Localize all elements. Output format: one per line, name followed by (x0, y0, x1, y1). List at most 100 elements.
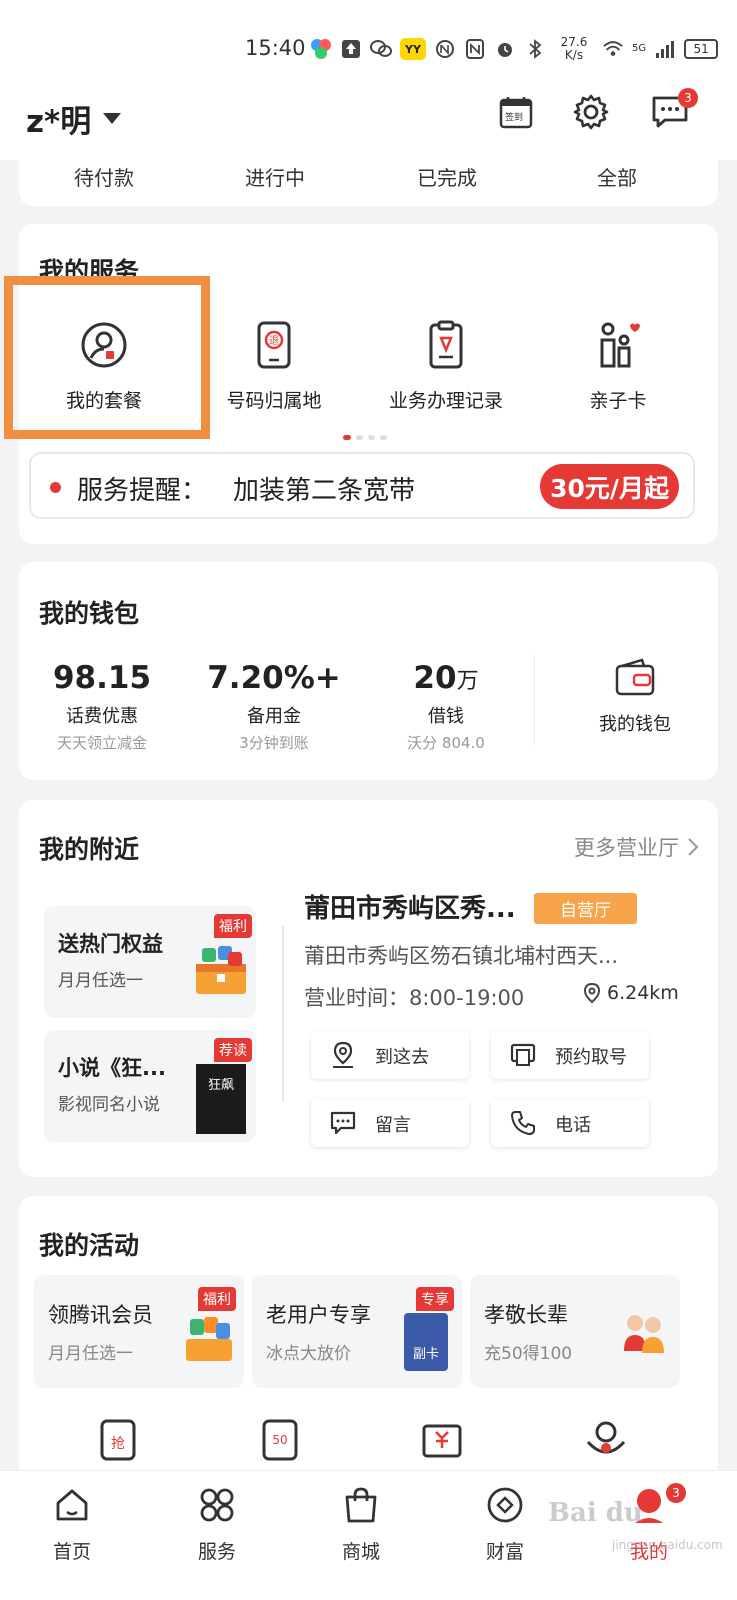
wallet-label: 借钱 (428, 706, 464, 727)
nav-home[interactable]: 首页 (27, 1485, 117, 1564)
unicom-mascot-icon[interactable] (584, 1418, 628, 1462)
store-address: 莆田市秀屿区笏石镇北埔村西天... (304, 944, 619, 968)
promo-novel[interactable]: 小说《狂... 影视同名小说 荐读 狂飙 (44, 1030, 256, 1142)
comment-icon (330, 1111, 356, 1135)
shopping-bag-icon (345, 1487, 377, 1523)
app-colorful-icon (310, 38, 332, 60)
watermark-url: jingyan.baidu.com (612, 1538, 723, 1552)
reminder-label: 服务提醒： (77, 476, 208, 506)
caret-down-icon (103, 113, 122, 124)
service-parent-child-card[interactable]: 亲子卡 (533, 320, 703, 413)
wallet-sub: 沃分 804.0 (407, 734, 485, 752)
vertical-divider (282, 926, 284, 1102)
nav-mall[interactable]: 商城 (316, 1485, 406, 1564)
activity-sub: 月月任选一 (48, 1344, 133, 1364)
more-stores-link[interactable]: 更多营业厅 (574, 832, 699, 862)
nav-service[interactable]: 服务 (172, 1485, 262, 1564)
phone-icon (511, 1111, 535, 1135)
finance-envelope-icon[interactable] (420, 1418, 464, 1462)
nav-label: 商城 (341, 1541, 380, 1563)
chevron-right-icon (688, 838, 699, 856)
recharge-50-icon[interactable]: 50 (258, 1418, 302, 1462)
service-grid-icon (200, 1488, 234, 1522)
upload-icon (340, 38, 362, 60)
nav-wealth[interactable]: 财富 (460, 1485, 550, 1564)
promo-title: 送热门权益 (58, 932, 163, 956)
yy-icon: YY (400, 38, 426, 60)
service-business-record[interactable]: 业务办理记录 (361, 320, 531, 413)
action-label: 到这去 (375, 1047, 429, 1068)
promo-tag: 荐读 (214, 1038, 252, 1062)
elderly-couple-icon (624, 1315, 664, 1353)
service-reminder-banner[interactable]: 服务提醒： 加装第二条宽带 30元/月起 (29, 452, 695, 519)
call-button[interactable]: 电话 (491, 1099, 649, 1147)
store-type-badge: 自营厅 (534, 893, 637, 924)
home-icon (56, 1489, 88, 1521)
phone-location-icon: 退 (257, 321, 291, 369)
carousel-dot (380, 435, 387, 440)
order-tab-completed[interactable]: 已完成 (387, 162, 507, 191)
promo-hot-benefits[interactable]: 送热门权益 月月任选一 福利 (44, 906, 256, 1018)
carousel-dots (343, 435, 387, 440)
sim-card-image: 副卡 (404, 1313, 448, 1371)
settings-button[interactable] (571, 92, 611, 132)
account-switcher[interactable]: z*明 (26, 96, 122, 141)
service-label: 亲子卡 (589, 390, 647, 412)
nfc-icon (464, 38, 486, 60)
wallet-item-borrow[interactable]: 20万 借钱 沃分 804.0 (366, 660, 526, 753)
activity-elders[interactable]: 孝敬长辈 充50得100 (470, 1275, 680, 1388)
location-pin-icon (583, 982, 601, 1004)
queue-ticket-button[interactable]: 预约取号 (491, 1031, 649, 1079)
reminder-dot-icon (50, 482, 61, 493)
gear-icon (573, 94, 609, 130)
svg-text:50: 50 (272, 1433, 287, 1447)
activity-tencent-vip[interactable]: 领腾讯会员 月月任选一 福利 (34, 1275, 244, 1388)
bluetooth-icon (524, 38, 546, 60)
nearby-title: 我的附近 (39, 835, 140, 864)
wallet-item-reserve-fund[interactable]: 7.20%+ 备用金 3分钟到账 (194, 660, 354, 753)
promo-title: 小说《狂... (58, 1056, 166, 1080)
gift-chest-icon (196, 946, 246, 994)
messages-button[interactable]: 3 (650, 88, 698, 132)
wallet-label: 备用金 (247, 706, 301, 727)
leave-message-button[interactable]: 留言 (311, 1099, 469, 1147)
service-number-location[interactable]: 退 号码归属地 (189, 320, 359, 413)
nav-badge: 3 (666, 1483, 686, 1503)
username: z*明 (26, 104, 92, 140)
wallet-value: 7.20%+ (207, 660, 341, 696)
my-wallet-link[interactable]: 我的钱包 (555, 658, 715, 736)
net-speed: 27.6 K/s (560, 35, 588, 62)
nav-label: 服务 (197, 1541, 236, 1563)
distance-value: 6.24km (607, 982, 679, 1004)
checkin-button[interactable]: 签到 (496, 92, 536, 132)
navigate-button[interactable]: 到这去 (311, 1031, 469, 1079)
activity-title: 领腾讯会员 (48, 1303, 153, 1327)
coupon-grab-icon[interactable]: 抢 (96, 1418, 140, 1462)
order-tab-all[interactable]: 全部 (557, 162, 677, 191)
wealth-diamond-icon (487, 1487, 523, 1523)
signal-icon (654, 38, 676, 60)
network-type: 5G (632, 43, 647, 54)
activity-tag: 专享 (416, 1287, 454, 1311)
wallet-label: 话费优惠 (66, 706, 138, 727)
wallet-divider (534, 655, 535, 745)
vip-gift-icon (186, 1317, 232, 1361)
carousel-dot (368, 435, 375, 440)
promo-tag: 福利 (214, 914, 252, 938)
wallet-item-phone-discount[interactable]: 98.15 话费优惠 天天领立减金 (22, 660, 182, 753)
top-header: z*明 签到 3 (0, 72, 737, 160)
highlight-box (4, 276, 210, 439)
book-cover-image: 狂飙 (196, 1064, 246, 1134)
nav-label: 首页 (52, 1541, 91, 1563)
my-wallet-label: 我的钱包 (599, 714, 671, 735)
nav-label: 财富 (485, 1541, 524, 1563)
order-tab-unpaid[interactable]: 待付款 (44, 162, 164, 191)
alarm-icon (494, 38, 516, 60)
action-label: 电话 (555, 1115, 591, 1136)
ticket-icon (510, 1043, 536, 1066)
store-name[interactable]: 莆田市秀屿区秀... (304, 888, 516, 925)
order-tab-in-progress[interactable]: 进行中 (215, 162, 335, 191)
status-icons: YY 27.6 K/s 5G 51 (310, 35, 719, 62)
more-stores-label: 更多营业厅 (574, 836, 679, 860)
activity-old-user[interactable]: 老用户专享 冰点大放价 专享 副卡 (252, 1275, 462, 1388)
